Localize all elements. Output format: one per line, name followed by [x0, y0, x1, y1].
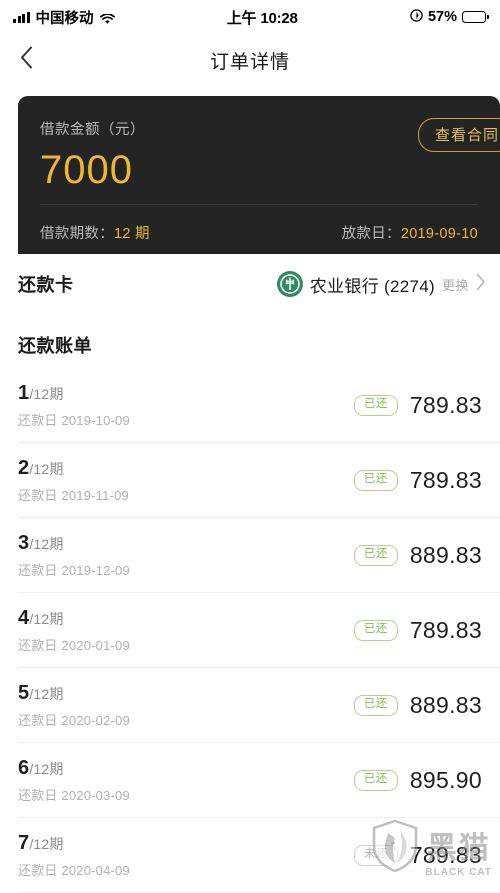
bill-row-info: 5/12期还款日 2020-02-09 [18, 682, 130, 729]
bill-row[interactable]: 1/12期还款日 2019-10-09 已还 789.83 [0, 368, 500, 443]
bill-due-date: 还款日 2019-10-09 [18, 413, 130, 428]
bill-period-total: /12期 [29, 386, 64, 402]
bill-due-date: 还款日 2020-02-09 [18, 713, 130, 728]
battery-icon [462, 11, 489, 23]
bill-row-info: 4/12期还款日 2020-01-09 [18, 607, 130, 654]
status-badge: 未还 [353, 845, 398, 866]
status-bar-right: 57% [410, 8, 489, 26]
signal-bars-icon [13, 11, 30, 23]
bill-period-index: 4 [18, 607, 30, 629]
status-badge: 已还 [353, 770, 398, 791]
bill-period-total: /12期 [29, 461, 64, 477]
wifi-icon [99, 12, 115, 24]
bill-due-date: 还款日 2020-01-09 [18, 638, 130, 653]
abc-bank-logo-icon [276, 271, 303, 297]
bills-list: 1/12期 还款日 2019-10-09 已还 789.83 2/12期 还款日 2019… [0, 368, 500, 893]
change-card-link[interactable]: 更换 [442, 275, 469, 294]
status-badge: 已还 [353, 470, 398, 491]
status-badge: 已还 [353, 545, 398, 566]
loan-card-footer: 借款期数：12 期 放款日：2019-09-10 [40, 222, 478, 243]
bill-row-status: 已还 789.83 [353, 617, 482, 644]
bill-row-info: 1/12期还款日 2019-10-09 [18, 382, 130, 429]
status-bar-time: 上午 10:28 [226, 9, 298, 27]
status-bar-left: 中国移动 [13, 7, 115, 28]
bill-due-date: 还款日 2020-04-09 [18, 863, 130, 878]
bill-amount: 889.83 [409, 542, 482, 568]
bill-due-date: 还款日 2019-11-09 [18, 488, 129, 503]
bill-period-index: 2 [18, 457, 30, 479]
bill-row[interactable]: 7/12期还款日 2020-04-09 未还 789.83 [0, 818, 500, 893]
disburse-date-label: 放款日： [341, 226, 401, 242]
bill-row[interactable]: 6/12期还款日 2020-03-09 已还 895.90 [0, 743, 500, 818]
loan-term-value: 12 期 [114, 226, 150, 242]
bill-amount: 789.83 [409, 842, 482, 868]
bill-period-index: 1 [18, 382, 30, 404]
bill-due-date: 还款日 2019-12-09 [18, 563, 130, 578]
status-badge: 已还 [353, 620, 398, 641]
bill-period-label: 1/12期 [18, 382, 130, 405]
loan-term: 借款期数：12 期 [40, 222, 150, 243]
bills-section-title: 还款账单 [18, 336, 92, 356]
disburse-date: 放款日：2019-09-10 [342, 222, 478, 243]
bill-row-info: 7/12期还款日 2020-04-09 [18, 832, 130, 879]
bill-period-index: 7 [18, 832, 30, 854]
bill-period-label: 2/12期 [18, 457, 129, 480]
bill-row-info: 6/12期还款日 2020-03-09 [18, 757, 130, 804]
bill-row[interactable]: 3/12期还款日 2019-12-09 已还 889.83 [0, 518, 500, 593]
bill-period-index: 6 [18, 757, 30, 779]
back-button[interactable] [0, 34, 52, 86]
chevron-right-icon [476, 273, 486, 296]
bill-row[interactable]: 5/12期还款日 2020-02-09 已还 889.83 [0, 668, 500, 743]
repayment-card-row[interactable]: 还款卡 农业银行 (2274) 更换 [0, 254, 500, 314]
bill-period-total: /12期 [29, 536, 64, 552]
bill-amount: 789.83 [409, 392, 482, 418]
view-contract-button[interactable]: 查看合同 [417, 118, 500, 152]
bill-period-index: 3 [18, 532, 30, 554]
carrier-label: 中国移动 [35, 10, 94, 27]
loan-term-label: 借款期数： [40, 226, 114, 242]
bill-row-info: 3/12期还款日 2019-12-09 [18, 532, 130, 579]
loan-card-wrapper: 借款金额（元） 7000 查看合同 借款期数：12 期 放款日：2019-09-… [0, 86, 500, 254]
status-badge: 已还 [353, 395, 398, 416]
bill-row[interactable]: 4/12期还款日 2020-01-09 已还 789.83 [0, 593, 500, 668]
location-arrow-icon [410, 8, 423, 26]
bill-period-label: 7/12期 [18, 832, 130, 855]
bill-period-total: /12期 [29, 836, 64, 852]
battery-percent-label: 57% [427, 9, 457, 25]
bill-row-status: 已还 889.83 [353, 692, 482, 719]
repayment-card-selector[interactable]: 农业银行 (2274) 更换 [276, 271, 486, 297]
bill-period-label: 6/12期 [18, 757, 130, 780]
disburse-date-value: 2019-09-10 [400, 226, 478, 242]
repayment-card-title: 还款卡 [18, 275, 74, 295]
bill-period-label: 3/12期 [18, 532, 130, 555]
bill-due-date: 还款日 2020-03-09 [18, 788, 130, 803]
page-title: 订单详情 [209, 51, 290, 73]
bill-amount: 889.83 [409, 692, 482, 718]
bill-period-total: /12期 [29, 686, 64, 702]
chevron-left-icon [20, 46, 33, 74]
bill-row-info: 2/12期还款日 2019-11-09 [18, 457, 129, 504]
bank-name-label: 农业银行 (2274) [309, 276, 435, 296]
card-divider [40, 204, 478, 205]
bill-row-status: 已还 895.90 [353, 767, 482, 794]
bill-row-status: 未还 789.83 [353, 842, 482, 869]
bill-period-total: /12期 [29, 761, 64, 777]
nav-header: 订单详情 [0, 34, 500, 86]
bill-period-index: 5 [18, 682, 30, 704]
bill-amount: 789.83 [409, 467, 482, 493]
bill-period-total: /12期 [29, 611, 64, 627]
loan-amount-value: 7000 [40, 148, 133, 192]
bill-row-status: 已还 789.83 [353, 392, 482, 419]
bill-row-status: 已还 889.83 [353, 542, 482, 569]
bill-period-label: 5/12期 [18, 682, 130, 705]
bill-amount: 895.90 [409, 767, 482, 793]
bill-period-label: 4/12期 [18, 607, 130, 630]
status-badge: 已还 [353, 695, 398, 716]
status-bar: 中国移动 上午 10:28 57% [0, 0, 500, 34]
bill-row-status: 已还 789.83 [353, 467, 482, 494]
bill-amount: 789.83 [409, 617, 482, 643]
loan-summary-card: 借款金额（元） 7000 查看合同 借款期数：12 期 放款日：2019-09-… [18, 96, 500, 254]
bill-row[interactable]: 2/12期还款日 2019-11-09 已还 789.83 [0, 443, 500, 518]
